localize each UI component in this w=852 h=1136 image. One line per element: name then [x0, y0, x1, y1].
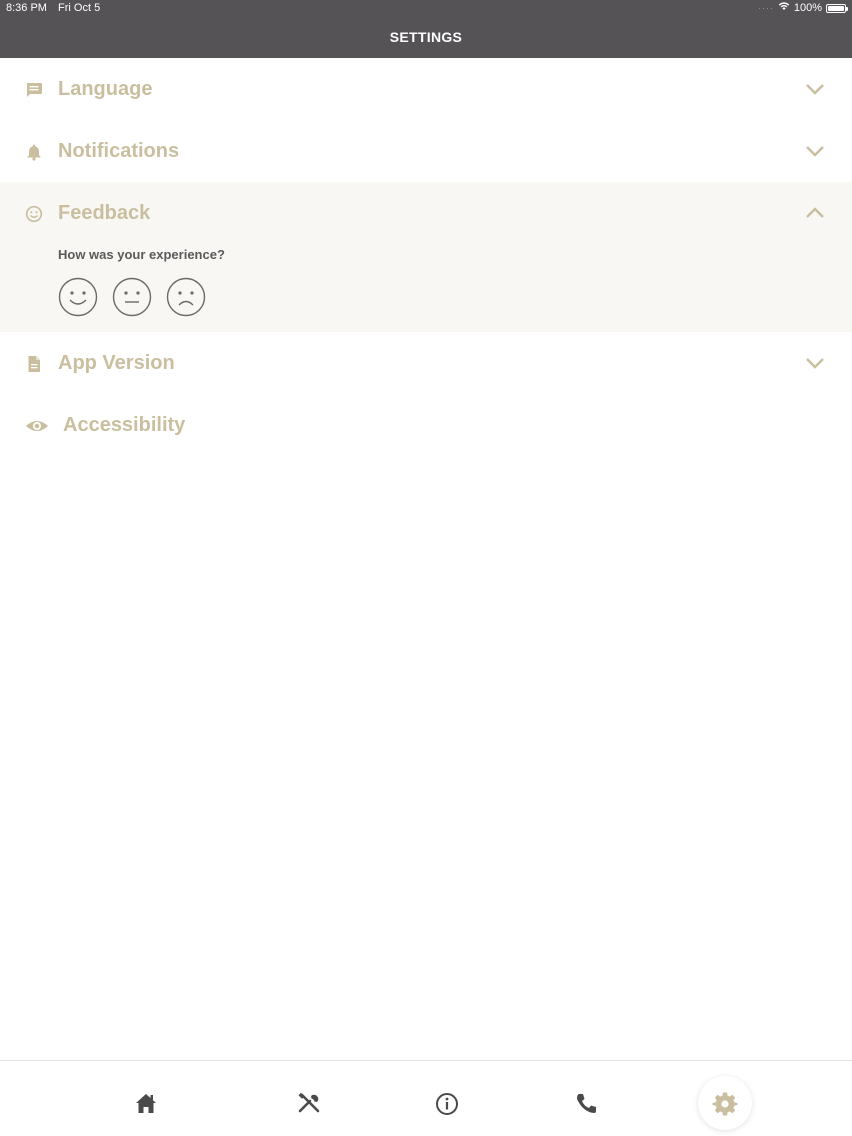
tools-icon[interactable] [296, 1091, 322, 1117]
nav-bar: SETTINGS [0, 16, 852, 58]
section-header-notifications[interactable]: Notifications [0, 120, 852, 182]
section-header-accessibility[interactable]: Accessibility [0, 394, 852, 456]
info-icon[interactable] [434, 1091, 460, 1117]
phone-icon[interactable] [573, 1091, 599, 1117]
feedback-body: How was your experience? [0, 244, 852, 332]
section-title-feedback: Feedback [58, 202, 151, 224]
happy-face-icon[interactable] [58, 277, 98, 317]
section-title-accessibility: Accessibility [63, 414, 186, 436]
eye-icon [25, 417, 49, 435]
smiley-icon [25, 205, 43, 223]
feedback-options [58, 277, 206, 317]
gear-icon[interactable] [712, 1091, 738, 1117]
status-bar: 8:36 PM Fri Oct 5 ···· 100% [0, 0, 852, 16]
status-time: 8:36 PM [6, 2, 47, 14]
status-date: Fri Oct 5 [58, 2, 101, 14]
status-left: 8:36 PM Fri Oct 5 [6, 0, 108, 16]
settings-list: Language Notifications Feedback How was … [0, 58, 852, 456]
section-feedback: Feedback How was your experience? [0, 182, 852, 332]
document-icon [25, 355, 43, 373]
section-app-version: App Version [0, 332, 852, 394]
sad-face-icon[interactable] [166, 277, 206, 317]
chevron-down-icon[interactable] [805, 356, 825, 370]
home-icon[interactable] [133, 1091, 159, 1117]
bell-icon [25, 143, 43, 161]
section-title-language: Language [58, 78, 153, 100]
section-header-app-version[interactable]: App Version [0, 332, 852, 394]
wifi-icon [778, 0, 790, 16]
battery-percent: 100% [793, 2, 822, 14]
tab-bar [0, 1060, 852, 1136]
section-title-app-version: App Version [58, 352, 175, 374]
status-right: ···· 100% [757, 0, 848, 16]
feedback-question: How was your experience? [58, 247, 225, 262]
chevron-up-icon[interactable] [805, 206, 825, 220]
chevron-down-icon[interactable] [805, 82, 825, 96]
section-accessibility: Accessibility [0, 394, 852, 456]
chevron-down-icon[interactable] [805, 144, 825, 158]
battery-icon [826, 3, 848, 13]
section-header-language[interactable]: Language [0, 58, 852, 120]
neutral-face-icon[interactable] [112, 277, 152, 317]
section-title-notifications: Notifications [58, 140, 180, 162]
section-header-feedback[interactable]: Feedback [0, 182, 852, 244]
message-icon [25, 81, 43, 99]
section-notifications: Notifications [0, 120, 852, 182]
battery-fill [828, 5, 844, 11]
page-title: SETTINGS [389, 29, 463, 45]
section-language: Language [0, 58, 852, 120]
signal-icon: ···· [757, 3, 774, 13]
